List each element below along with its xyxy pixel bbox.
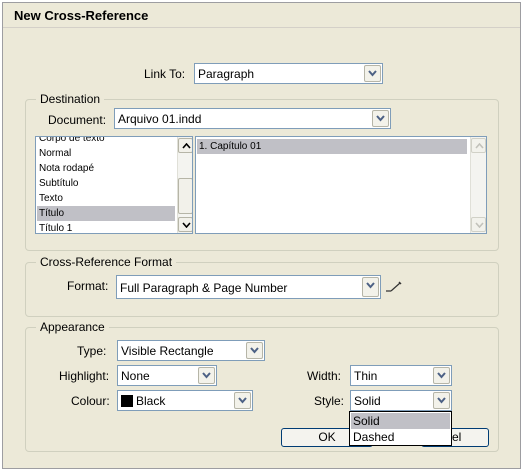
list-item-selected[interactable]: 1. Capítulo 01 [197,139,467,154]
style-dropdown-list[interactable]: Solid Dashed [349,411,452,446]
type-select[interactable]: Visible Rectangle [117,340,265,361]
highlight-value: None [121,369,150,383]
style-list-scrollbar[interactable] [177,137,192,233]
paragraph-style-list[interactable]: Corpo de texto Normal Nota rodapé Subtít… [35,136,193,234]
style-option-dashed[interactable]: Dashed [351,429,394,445]
format-label: Format: [67,279,109,293]
chevron-down-icon[interactable] [362,277,379,297]
type-label: Type: [77,344,107,358]
style-option-solid[interactable]: Solid [351,413,450,429]
highlight-label: Highlight: [59,369,110,383]
list-item[interactable]: Subtítulo [37,176,78,191]
document-value: Arquivo 01.indd [118,112,202,126]
chevron-up-icon[interactable] [471,138,486,153]
format-value: Full Paragraph & Page Number [120,281,288,295]
colour-value: Black [136,394,166,408]
chevron-down-icon[interactable] [471,217,486,232]
chevron-down-icon[interactable] [372,110,389,127]
window-title: New Cross-Reference [14,8,149,23]
list-item[interactable]: Título 1 [37,221,72,233]
scroll-thumb[interactable] [178,178,192,214]
destination-legend: Destination [36,92,105,106]
chevron-up-icon[interactable] [178,138,192,153]
link-to-value: Paragraph [198,67,255,81]
list-item[interactable]: Corpo de texto [37,137,105,146]
pencil-icon[interactable] [385,280,403,297]
colour-label: Colour: [71,394,110,408]
chevron-down-icon[interactable] [433,392,450,409]
link-to-label: Link To: [144,67,186,81]
document-label: Document: [48,113,107,127]
width-label: Width: [307,369,342,383]
paragraph-text-list[interactable]: 1. Capítulo 01 [195,136,487,234]
style-value: Solid [354,394,381,408]
list-item[interactable]: Normal [37,146,71,161]
highlight-select[interactable]: None [117,365,217,386]
appearance-legend: Appearance [36,320,109,334]
text-list-scrollbar[interactable] [470,137,486,233]
document-select[interactable]: Arquivo 01.indd [114,108,391,129]
width-value: Thin [354,369,378,383]
type-value: Visible Rectangle [121,344,214,358]
colour-value-wrap: Black [121,394,165,408]
colour-swatch [121,395,133,407]
chevron-down-icon[interactable] [198,367,215,384]
format-select[interactable]: Full Paragraph & Page Number [116,275,381,299]
chevron-down-icon[interactable] [246,342,263,359]
chevron-down-icon[interactable] [178,217,192,232]
format-legend: Cross-Reference Format [36,255,177,269]
list-item-selected[interactable]: Título [37,206,175,221]
list-item[interactable]: Texto [37,191,63,206]
chevron-down-icon[interactable] [433,367,450,384]
chevron-down-icon[interactable] [234,392,251,409]
width-select[interactable]: Thin [350,365,452,386]
list-item[interactable]: Nota rodapé [37,161,94,176]
title-bar: New Cross-Reference [3,3,520,28]
style-select[interactable]: Solid [350,390,452,411]
chevron-down-icon[interactable] [364,65,381,82]
link-to-select[interactable]: Paragraph [194,63,383,84]
new-cross-reference-dialog: New Cross-Reference Link To: Paragraph D… [2,2,521,469]
colour-select[interactable]: Black [117,390,253,411]
style-label: Style: [314,394,345,408]
